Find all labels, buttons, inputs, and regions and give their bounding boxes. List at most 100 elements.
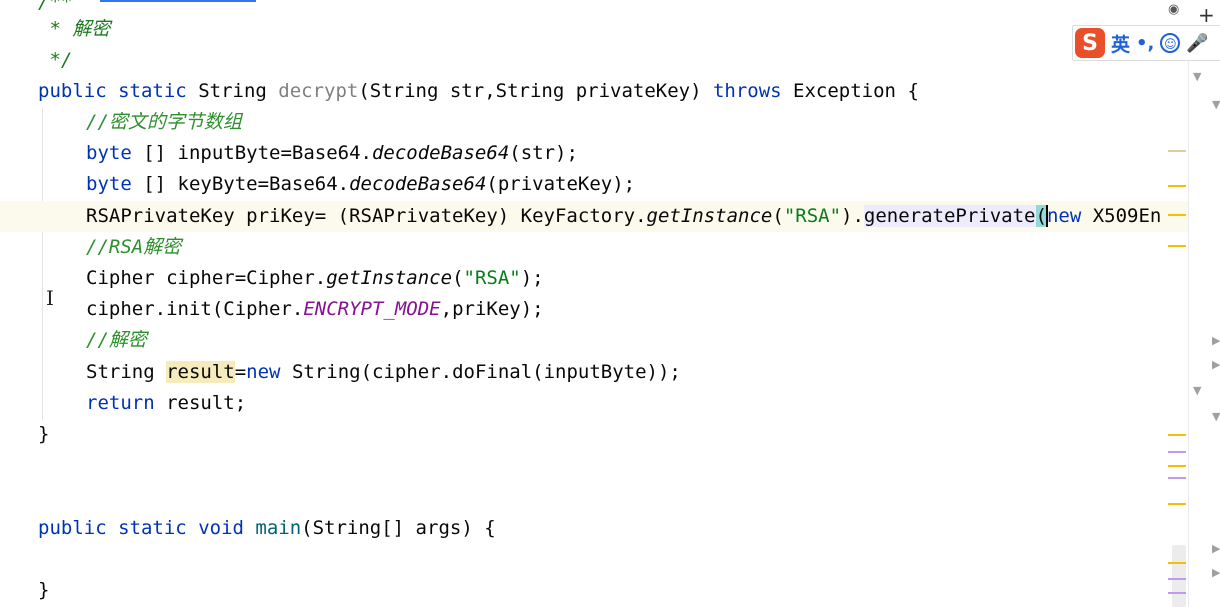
keyword: byte (86, 142, 132, 164)
error-stripe-mark[interactable] (1168, 477, 1186, 479)
code-line-comment-bytes[interactable]: //密文的字节数组 (86, 107, 242, 138)
code-text: result; (154, 392, 247, 414)
text-caret (1045, 204, 1048, 227)
static-field: ENCRYPT_MODE (303, 298, 441, 320)
static-call: decodeBase64 (371, 142, 510, 164)
expand-arrow-icon[interactable]: ▼ (1212, 98, 1220, 111)
error-stripe-mark[interactable] (1168, 592, 1186, 594)
collapse-arrow-icon[interactable]: ▶ (1212, 334, 1220, 347)
code-text: [] keyByte=Base64. (131, 173, 350, 195)
error-stripe-mark[interactable] (1168, 503, 1186, 505)
expand-arrow-icon[interactable]: ▼ (1193, 70, 1201, 83)
error-stripe-mark[interactable] (1168, 562, 1186, 564)
keyword: static (118, 80, 187, 102)
code-text: } (38, 579, 50, 601)
code-text: ,priKey); (440, 298, 544, 320)
ime-punctuation-toggle[interactable]: •, (1136, 33, 1154, 54)
code-line-close-brace-main[interactable]: } (38, 575, 49, 606)
code-text: cipher.init(Cipher. (86, 298, 304, 320)
error-stripe-mark[interactable] (1168, 245, 1186, 247)
code-text: (String[] args) { (301, 517, 496, 539)
method-call-highlight: generatePrivate (863, 205, 1036, 227)
code-text: ). (841, 205, 864, 227)
code-line-doc-close[interactable]: */ (38, 45, 72, 76)
code-line-return[interactable]: return result; (86, 388, 246, 419)
code-line-decrypt-signature[interactable]: public static String decrypt(String str,… (38, 76, 919, 107)
collapse-arrow-icon[interactable]: ▶ (1212, 542, 1220, 555)
code-line-input-byte[interactable]: byte [] inputByte=Base64.decodeBase64(st… (86, 138, 578, 169)
error-stripe-mark[interactable] (1168, 451, 1186, 453)
params: (String str,String privateKey) (358, 80, 713, 102)
collapse-arrow-icon[interactable]: ▶ (1212, 566, 1220, 579)
method-name: decrypt (278, 80, 359, 102)
code-text: Cipher cipher=Cipher. (86, 267, 327, 289)
ime-toolbar[interactable]: S 英 •, ☺ 🎤 (1072, 25, 1220, 61)
ibeam-cursor-icon: I (46, 286, 54, 310)
error-stripe-mark[interactable] (1168, 150, 1186, 152)
code-line-close-brace[interactable]: } (38, 419, 49, 450)
error-stripe-mark[interactable] (1168, 578, 1186, 580)
code-line-key-byte[interactable]: byte [] keyByte=Base64.decodeBase64(priv… (86, 169, 635, 200)
structure-panel (1188, 58, 1220, 607)
static-call: decodeBase64 (349, 173, 487, 195)
code-line-comment-decrypt[interactable]: //解密 (86, 325, 147, 356)
sogou-logo-icon[interactable]: S (1075, 28, 1105, 58)
string-literal: "RSA" (463, 267, 521, 289)
error-stripe-mark[interactable] (1168, 465, 1186, 467)
code-text: ( (452, 267, 464, 289)
code-text: ); (520, 267, 544, 289)
code-line-result[interactable]: String result=new String(cipher.doFinal(… (86, 357, 681, 388)
error-stripe-mark[interactable] (1168, 434, 1186, 436)
code-line-comment-rsa[interactable]: //RSA解密 (86, 232, 181, 263)
code-line-prikey-current[interactable]: RSAPrivateKey priKey= (RSAPrivateKey) Ke… (0, 201, 1188, 232)
code-text: (privateKey); (486, 173, 636, 195)
scrollbar-thumb[interactable] (1172, 545, 1186, 607)
keyword: static (118, 517, 187, 539)
collapse-arrow-icon[interactable]: ▶ (1212, 358, 1220, 371)
microphone-icon[interactable]: 🎤 (1186, 33, 1208, 54)
doc-comment: /** (38, 0, 73, 13)
keyword: new (1046, 205, 1082, 227)
link-underline (100, 0, 256, 2)
ime-language-toggle[interactable]: 英 (1111, 30, 1130, 57)
code-text: String(cipher.doFinal(inputByte)); (280, 361, 681, 383)
code-editor[interactable]: /** * 解密 */ public static String decrypt… (0, 0, 1188, 607)
string-literal: "RSA" (783, 205, 842, 227)
keyword: public (38, 517, 107, 539)
code-line-doc[interactable]: * 解密 (38, 14, 110, 45)
code-text: Exception { (781, 80, 919, 102)
code-text: (str); (509, 142, 578, 164)
code-text: RSAPrivateKey priKey= (RSAPrivateKey) Ke… (86, 205, 647, 227)
doc-comment: * 解密 (38, 18, 111, 40)
line-comment: //RSA解密 (86, 236, 182, 258)
code-text: } (38, 423, 50, 445)
eye-icon[interactable]: ◉ (1168, 2, 1179, 17)
static-call: getInstance (326, 267, 453, 289)
line-comment: //解密 (86, 329, 147, 351)
keyword: byte (86, 173, 132, 195)
expand-arrow-icon[interactable]: ▼ (1212, 410, 1220, 423)
code-line-main-signature[interactable]: public static void main(String[] args) { (38, 513, 496, 544)
emoji-icon[interactable]: ☺ (1160, 33, 1181, 53)
keyword: throws (712, 80, 782, 102)
type-name: String (198, 80, 267, 102)
keyword: return (86, 392, 155, 414)
keyword: new (246, 361, 281, 383)
error-stripe-mark[interactable] (1168, 214, 1186, 216)
doc-comment: */ (38, 49, 73, 71)
error-stripe-mark[interactable] (1168, 185, 1186, 187)
code-text: X509En (1081, 205, 1162, 227)
code-text: = (234, 361, 247, 383)
code-line-cipher[interactable]: Cipher cipher=Cipher.getInstance("RSA"); (86, 263, 544, 294)
method-name: main (255, 517, 302, 539)
code-text: String (86, 361, 167, 383)
expand-arrow-icon[interactable]: ▼ (1193, 384, 1201, 397)
variable-highlight: result (166, 361, 235, 383)
keyword: void (198, 517, 244, 539)
code-line-cipher-init[interactable]: cipher.init(Cipher.ENCRYPT_MODE,priKey); (86, 294, 544, 325)
plus-icon[interactable]: + (1198, 5, 1215, 25)
line-comment: //密文的字节数组 (86, 111, 242, 133)
code-text: ( (772, 205, 784, 227)
indent-guide (42, 108, 43, 420)
keyword: public (38, 80, 107, 102)
